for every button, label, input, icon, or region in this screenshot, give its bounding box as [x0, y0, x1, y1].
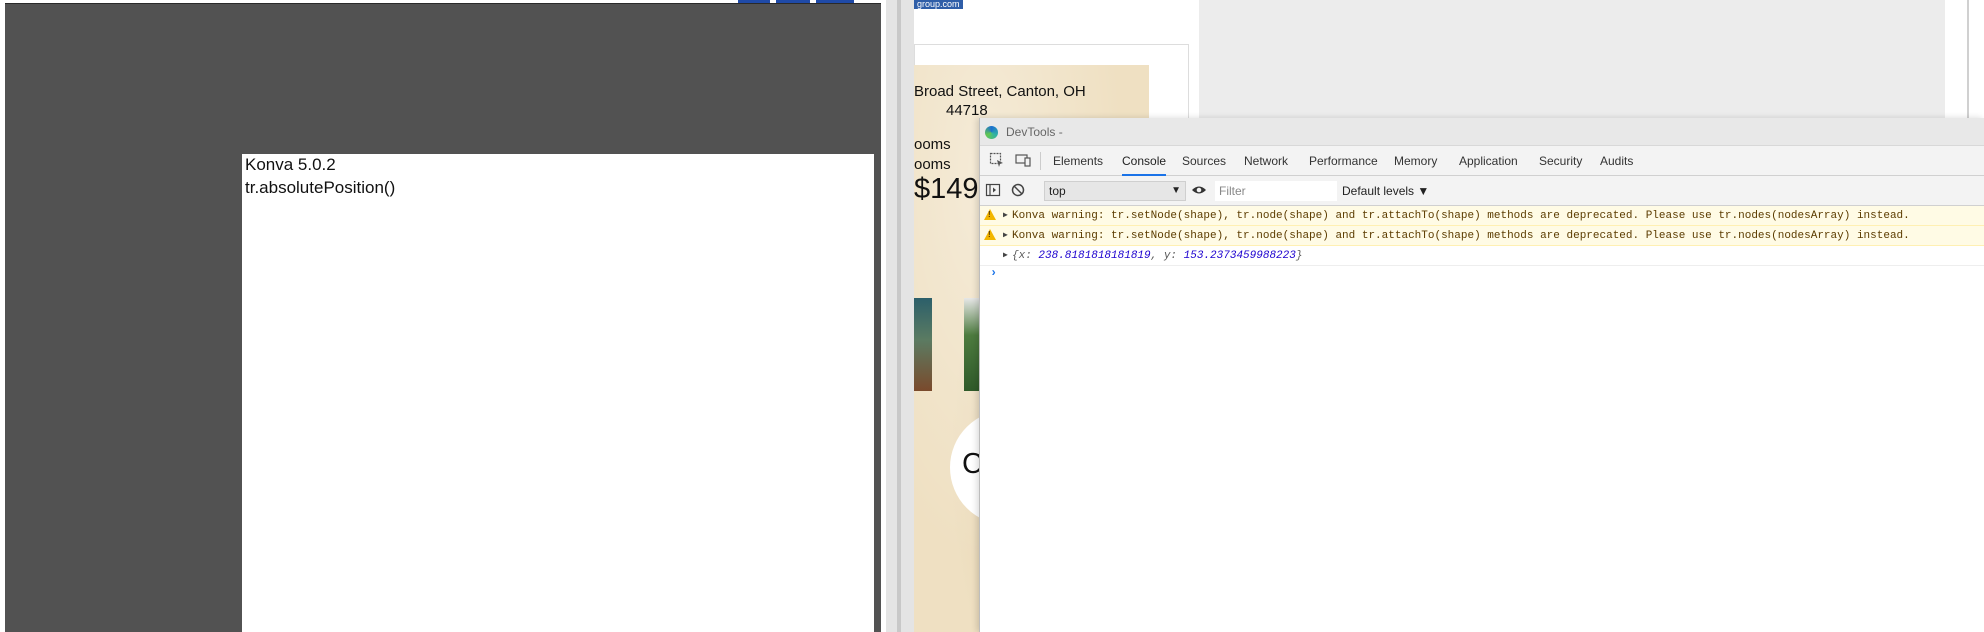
warning-icon	[984, 229, 996, 240]
console-output[interactable]: ▶ Konva warning: tr.setNode(shape), tr.n…	[980, 206, 1984, 632]
console-filter-input[interactable]	[1215, 181, 1337, 201]
divider-line	[897, 0, 901, 632]
console-object-text: {x: 238.8181818181819, y: 153.2373459988…	[1012, 246, 1303, 265]
object-y-value: 153.2373459988223	[1183, 250, 1296, 262]
sidebar-toggle-icon[interactable]	[984, 182, 1002, 198]
tab-network[interactable]: Network	[1244, 146, 1288, 176]
konva-stage[interactable]: Konva 5.0.2 tr.absolutePosition()	[242, 154, 874, 632]
devtools-tab-bar: Elements Console Sources Network Perform…	[980, 146, 1984, 176]
hotel-photo-1[interactable]	[914, 298, 932, 391]
top-link-3[interactable]	[816, 0, 854, 3]
clear-console-icon[interactable]	[1009, 182, 1027, 198]
rooms-label-2: ooms	[914, 156, 951, 173]
context-selector[interactable]: top ▼	[1044, 181, 1186, 201]
tab-security[interactable]: Security	[1539, 146, 1582, 176]
console-warning-text: Konva warning: tr.setNode(shape), tr.nod…	[1012, 230, 1910, 242]
devtools-titlebar[interactable]: DevTools -	[980, 118, 1984, 146]
warning-icon	[984, 209, 996, 220]
object-x-value: 238.8181818181819	[1038, 250, 1151, 262]
chevron-down-icon: ▼	[1171, 185, 1181, 196]
console-object-row[interactable]: ▶ {x: 238.8181818181819, y: 153.23734599…	[980, 246, 1984, 266]
console-warning-text: Konva warning: tr.setNode(shape), tr.nod…	[1012, 210, 1910, 222]
edge-logo-icon	[985, 126, 998, 139]
top-link-group	[738, 0, 854, 3]
devtools-title: DevTools -	[1006, 125, 1063, 139]
top-link-2[interactable]	[776, 0, 810, 3]
object-separator: , y:	[1150, 250, 1184, 262]
tab-sources[interactable]: Sources	[1182, 146, 1226, 176]
inspect-icon[interactable]	[988, 152, 1006, 168]
eye-icon[interactable]	[1190, 182, 1208, 198]
toolbar-separator	[1040, 152, 1041, 170]
tab-audits[interactable]: Audits	[1600, 146, 1633, 176]
expand-triangle-icon[interactable]: ▶	[1003, 246, 1008, 265]
console-warning-row[interactable]: ▶ Konva warning: tr.setNode(shape), tr.n…	[980, 226, 1984, 246]
expand-triangle-icon[interactable]: ▶	[1003, 226, 1008, 245]
rooms-label-1: ooms	[914, 136, 951, 153]
top-link-1[interactable]	[738, 0, 770, 3]
object-close: }	[1295, 250, 1303, 262]
console-warning-row[interactable]: ▶ Konva warning: tr.setNode(shape), tr.n…	[980, 206, 1984, 226]
expand-triangle-icon[interactable]: ▶	[1003, 206, 1008, 225]
price-label: $149	[914, 173, 979, 205]
selected-url-text[interactable]: group.com	[914, 0, 963, 9]
tab-performance[interactable]: Performance	[1309, 146, 1378, 176]
device-toolbar-icon[interactable]	[1014, 152, 1032, 168]
hotel-address-line1: Broad Street, Canton, OH	[914, 83, 1086, 100]
console-prompt[interactable]: ›	[990, 266, 997, 280]
object-open: {x:	[1012, 250, 1039, 262]
konva-demo-window: Konva 5.0.2 tr.absolutePosition()	[0, 0, 886, 632]
tab-memory[interactable]: Memory	[1394, 146, 1437, 176]
console-toolbar: top ▼ Default levels ▼	[980, 176, 1984, 206]
tab-console[interactable]: Console	[1122, 146, 1167, 176]
context-value: top	[1049, 184, 1066, 198]
tab-elements[interactable]: Elements	[1053, 146, 1103, 176]
stage-method-label: tr.absolutePosition()	[245, 178, 396, 197]
tab-application[interactable]: Application	[1459, 146, 1518, 176]
hotel-address-line2: 44718	[946, 102, 988, 119]
devtools-window: DevTools - Elements Console Sources Netw…	[979, 118, 1984, 632]
stage-version-label: Konva 5.0.2	[245, 155, 336, 174]
log-levels-dropdown[interactable]: Default levels ▼	[1342, 181, 1429, 201]
